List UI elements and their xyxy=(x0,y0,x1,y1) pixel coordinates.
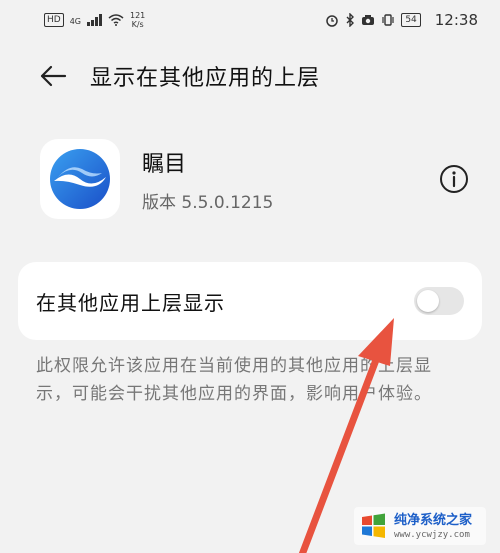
wifi-icon xyxy=(108,14,124,26)
app-bar: 显示在其他应用的上层 xyxy=(0,48,500,104)
battery-icon: 54 xyxy=(401,13,421,27)
overlay-permission-row[interactable]: 在其他应用上层显示 xyxy=(18,262,482,340)
app-info: 瞩目 版本 5.5.0.1215 xyxy=(40,134,480,224)
vibrate-icon xyxy=(382,14,394,26)
watermark-url: www.ycwjzy.com xyxy=(394,529,470,540)
hd-badge: HD xyxy=(44,13,64,27)
watermark-text: 纯净系统之家 www.ycwjzy.com xyxy=(394,512,472,541)
zhumu-logo-icon xyxy=(50,149,110,209)
back-button[interactable] xyxy=(28,51,78,101)
info-icon xyxy=(440,165,468,193)
status-bar: HD 4G 121 K/s 54 12:38 xyxy=(0,0,500,40)
app-text: 瞩目 版本 5.5.0.1215 xyxy=(142,146,434,213)
status-left: HD 4G 121 K/s xyxy=(44,11,145,29)
permission-description: 此权限允许该应用在当前使用的其他应用的上层显示，可能会干扰其他应用的界面，影响用… xyxy=(36,356,432,404)
page-title: 显示在其他应用的上层 xyxy=(90,66,321,91)
overlay-permission-label: 在其他应用上层显示 xyxy=(36,290,225,315)
back-arrow-icon xyxy=(40,65,67,87)
overlay-permission-toggle[interactable] xyxy=(414,287,464,315)
status-time: 12:38 xyxy=(434,11,478,29)
watermark-title: 纯净系统之家 xyxy=(394,512,473,528)
alarm-icon xyxy=(326,15,339,27)
net-speed: 121 K/s xyxy=(130,11,145,29)
app-icon xyxy=(40,139,120,219)
app-name: 瞩目 xyxy=(142,151,187,177)
app-info-button[interactable] xyxy=(434,159,474,199)
net-type: 4G xyxy=(69,17,81,26)
status-right: 54 12:38 xyxy=(325,11,478,29)
windows-logo-icon xyxy=(362,513,385,538)
toggle-knob xyxy=(417,290,439,312)
signal-icon xyxy=(87,14,102,26)
net-speed-unit: K/s xyxy=(131,20,144,29)
camera-icon xyxy=(362,15,375,25)
bluetooth-icon xyxy=(346,13,355,27)
net-speed-value: 121 xyxy=(130,11,146,20)
app-version: 版本 5.5.0.1215 xyxy=(142,192,274,213)
watermark: 纯净系统之家 www.ycwjzy.com xyxy=(354,507,486,545)
